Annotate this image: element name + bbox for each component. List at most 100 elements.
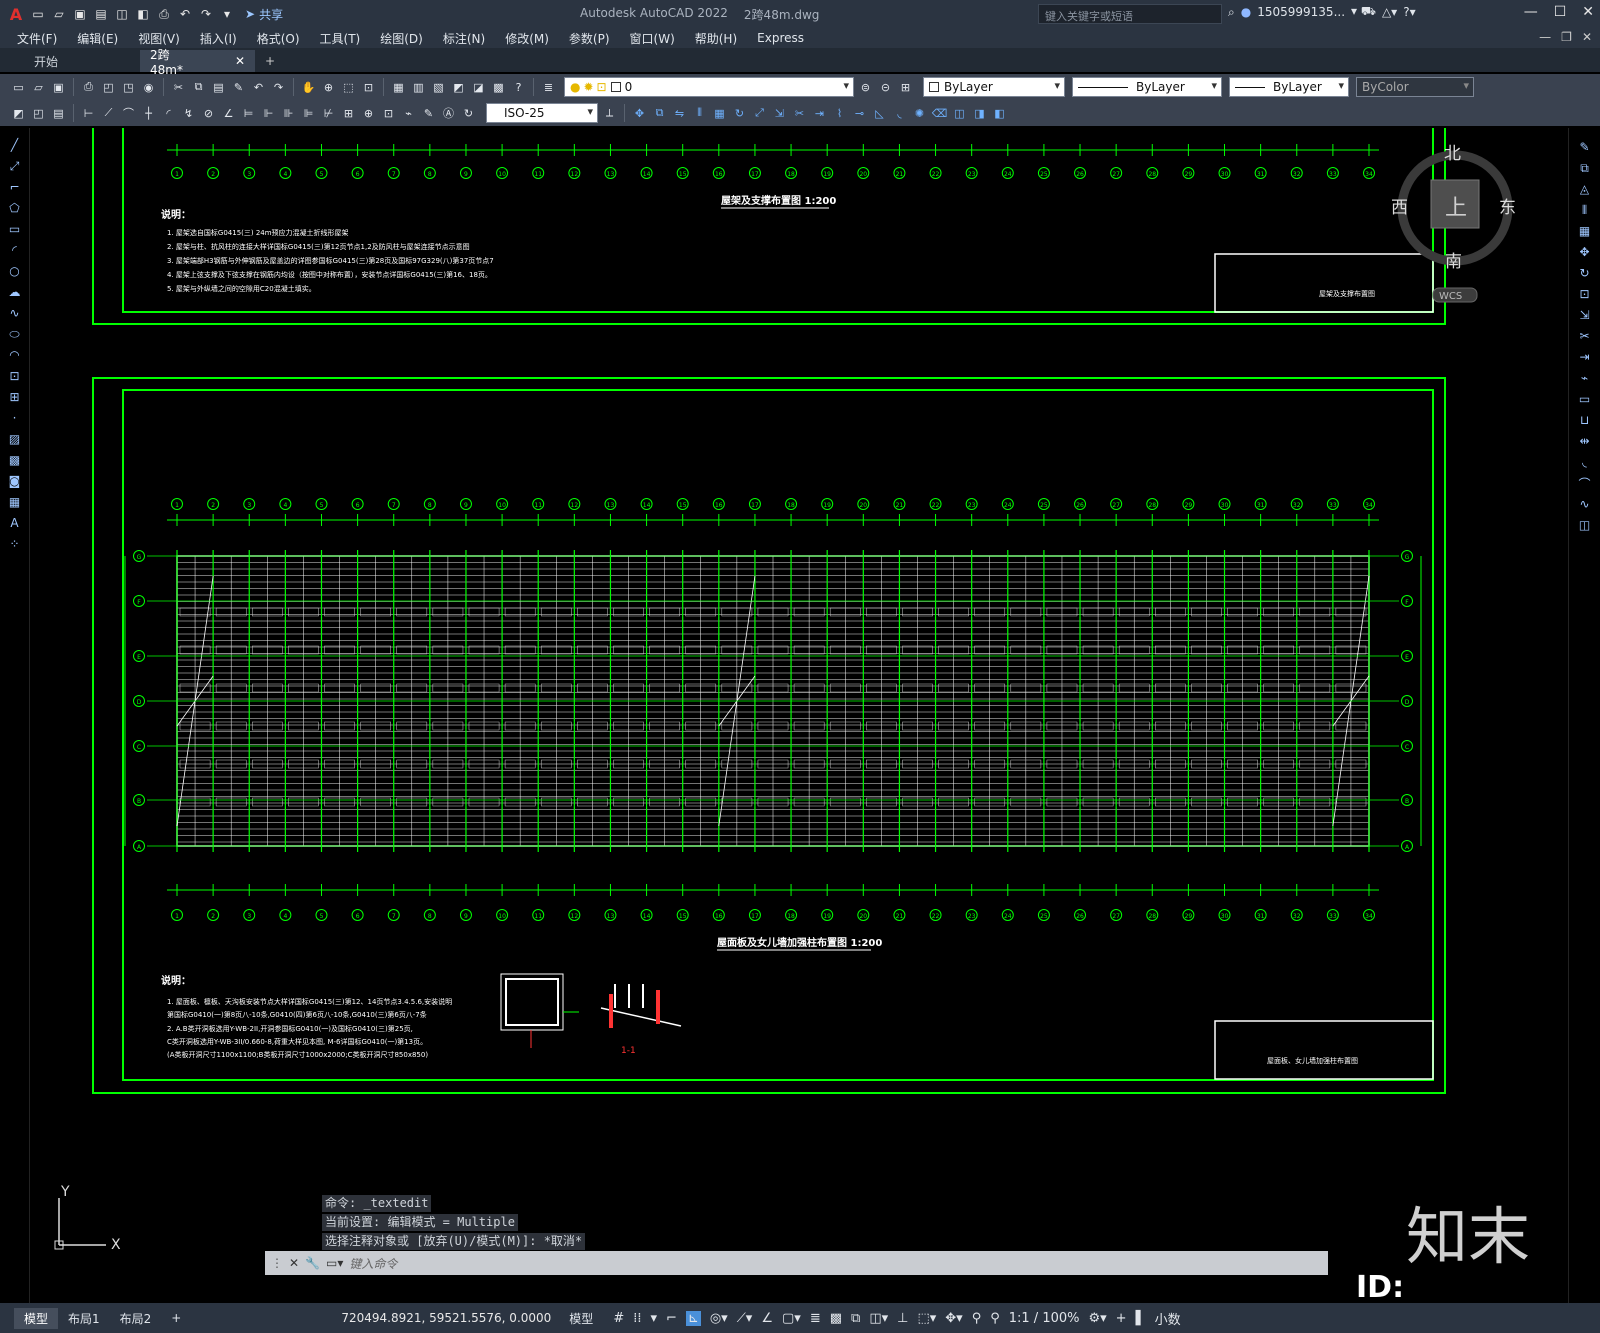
autocad-logo-icon[interactable]: A: [6, 4, 26, 24]
quick-dim-icon[interactable]: ⊨: [240, 105, 257, 122]
linetype-dropdown[interactable]: ByLayer ▾: [1072, 77, 1222, 97]
menu-format[interactable]: 格式(O): [257, 30, 300, 47]
layer-walk-icon[interactable]: ▤: [50, 105, 67, 122]
annotation-visibility-icon[interactable]: ⚲: [972, 1311, 982, 1326]
markup-icon[interactable]: ◪: [470, 79, 487, 96]
isodraft-icon[interactable]: ⟋▾: [737, 1311, 753, 1326]
help-icon[interactable]: ?: [510, 79, 527, 96]
ortho-icon[interactable]: ⊾: [685, 1310, 701, 1326]
tab-start[interactable]: 开始: [0, 50, 140, 72]
circle-icon[interactable]: ○: [6, 262, 24, 280]
array-icon[interactable]: ▦: [711, 105, 728, 122]
close-command-icon[interactable]: ✕: [289, 1256, 299, 1270]
scale-icon[interactable]: ⤢: [751, 105, 768, 122]
3d-osnap-icon[interactable]: ◫▾: [869, 1311, 888, 1326]
doc-minimize-icon[interactable]: —: [1539, 30, 1551, 44]
menu-edit[interactable]: 编辑(E): [77, 30, 118, 47]
viewcube-south[interactable]: 南: [1445, 252, 1462, 272]
cut-icon[interactable]: ✂: [170, 79, 187, 96]
menu-draw[interactable]: 绘图(D): [380, 30, 423, 47]
send-back-icon[interactable]: ◧: [991, 105, 1008, 122]
ordinate-dim-icon[interactable]: ┼: [140, 105, 157, 122]
move-icon[interactable]: ✥: [1576, 243, 1594, 261]
move-icon[interactable]: ✥: [631, 105, 648, 122]
explode-icon[interactable]: ◫: [1576, 516, 1594, 534]
viewcube[interactable]: 上 北 南 东 西 WCS: [1391, 144, 1516, 303]
extend-icon[interactable]: ⇥: [811, 105, 828, 122]
copy-icon[interactable]: ⧉: [1576, 159, 1594, 177]
annotation-monitor-icon[interactable]: +: [1116, 1311, 1127, 1326]
zoom-previous-icon[interactable]: ⊡: [360, 79, 377, 96]
tab-layout1[interactable]: 布局1: [58, 1308, 110, 1329]
publish-icon[interactable]: ◳: [120, 79, 137, 96]
customize-qat-icon[interactable]: ▾: [218, 5, 236, 23]
close-icon[interactable]: ✕: [1582, 4, 1594, 20]
stretch-icon[interactable]: ⇲: [771, 105, 788, 122]
object-snap-tracking-icon[interactable]: ∠: [761, 1311, 773, 1326]
grid-icon[interactable]: #: [613, 1311, 624, 1326]
jogged-linear-icon[interactable]: ⌁: [400, 105, 417, 122]
cart-icon[interactable]: ▾ ⛟: [1351, 4, 1376, 20]
menu-insert[interactable]: 插入(I): [200, 30, 237, 47]
annotation-scale[interactable]: 1:1 / 100%: [1009, 1311, 1080, 1326]
region-icon[interactable]: ◙: [6, 472, 24, 490]
construction-line-icon[interactable]: ⤢: [6, 157, 24, 175]
selection-cycling-icon[interactable]: ⧉: [851, 1311, 860, 1326]
snap-icon[interactable]: ⁞⁞: [633, 1311, 641, 1326]
blend-icon[interactable]: ⌒: [1576, 474, 1594, 492]
workspace-switch-icon[interactable]: ⚙▾: [1088, 1311, 1106, 1326]
plot-icon[interactable]: ⎙: [80, 79, 97, 96]
join-icon[interactable]: ⊸: [851, 105, 868, 122]
polygon-icon[interactable]: ⬠: [6, 199, 24, 217]
menu-express[interactable]: Express: [757, 31, 804, 45]
erase-icon[interactable]: ✎: [1576, 138, 1594, 156]
share-button[interactable]: ➤ 共享: [239, 6, 289, 23]
ellipse-arc-icon[interactable]: ◠: [6, 346, 24, 364]
search-icon[interactable]: ⌕: [1228, 5, 1235, 20]
gradient-icon[interactable]: ▩: [6, 451, 24, 469]
tab-layout2[interactable]: 布局2: [110, 1308, 162, 1329]
user-account[interactable]: 1505999135...: [1257, 5, 1345, 19]
layer-properties-icon[interactable]: ≣: [540, 79, 557, 96]
break-at-point-icon[interactable]: ⌁: [1576, 369, 1594, 387]
save-icon[interactable]: ▣: [50, 79, 67, 96]
chamfer-icon[interactable]: ⇹: [1576, 432, 1594, 450]
menu-dimension[interactable]: 标注(N): [443, 30, 485, 47]
drawing-canvas[interactable]: 1 2 3 4 5 6 7 8 9 10 11 12 13 14 15 16 17 18 19 20 21 22 23 24 2…: [31, 128, 1568, 1273]
recent-commands-icon[interactable]: ▭▾: [326, 1256, 343, 1270]
rotate-icon[interactable]: ↻: [1576, 264, 1594, 282]
cad-drawing[interactable]: 1 2 3 4 5 6 7 8 9 10 11 12 13 14 15 16 17 18 19 20 21 22 23 24 2…: [31, 128, 1568, 1273]
plot-preview-icon[interactable]: ◰: [100, 79, 117, 96]
arc-length-dim-icon[interactable]: ⌒: [120, 105, 137, 122]
array-icon[interactable]: ▦: [1576, 222, 1594, 240]
hatch-icon[interactable]: ▨: [6, 430, 24, 448]
import-icon[interactable]: ◫: [113, 5, 131, 23]
design-center-icon[interactable]: ▥: [410, 79, 427, 96]
3d-print-icon[interactable]: ◉: [140, 79, 157, 96]
sheet-set-icon[interactable]: ◩: [450, 79, 467, 96]
zoom-window-icon[interactable]: ⬚: [340, 79, 357, 96]
match-properties-icon[interactable]: ✎: [230, 79, 247, 96]
offset-icon[interactable]: ⫴: [691, 105, 708, 122]
ellipse-icon[interactable]: ⬭: [6, 325, 24, 343]
undo-icon[interactable]: ↶: [250, 79, 267, 96]
stretch-icon[interactable]: ⇲: [1576, 306, 1594, 324]
tolerance-icon[interactable]: ⊞: [340, 105, 357, 122]
make-block-icon[interactable]: ⊞: [6, 388, 24, 406]
dynamic-input-icon[interactable]: ⌐: [666, 1311, 677, 1326]
save-icon[interactable]: ▣: [71, 5, 89, 23]
auto-scale-icon[interactable]: ⚲: [990, 1311, 1000, 1326]
viewcube-top[interactable]: 上: [1445, 196, 1467, 221]
dim-style-icon[interactable]: ⟂: [601, 105, 618, 122]
layer-icon[interactable]: ◰: [30, 105, 47, 122]
center-mark-icon[interactable]: ⊕: [360, 105, 377, 122]
layer-states-icon[interactable]: ⊞: [897, 79, 914, 96]
infer-constraints-icon[interactable]: ▾: [650, 1311, 657, 1326]
diameter-dim-icon[interactable]: ⊘: [200, 105, 217, 122]
tab-model[interactable]: 模型: [14, 1307, 59, 1329]
minimize-icon[interactable]: —: [1524, 4, 1538, 20]
copy-object-icon[interactable]: ⧉: [651, 105, 668, 122]
linear-dim-icon[interactable]: ⊢: [80, 105, 97, 122]
plotstyle-dropdown[interactable]: ByColor ▾: [1356, 77, 1474, 97]
quickcalc-icon[interactable]: ▩: [490, 79, 507, 96]
